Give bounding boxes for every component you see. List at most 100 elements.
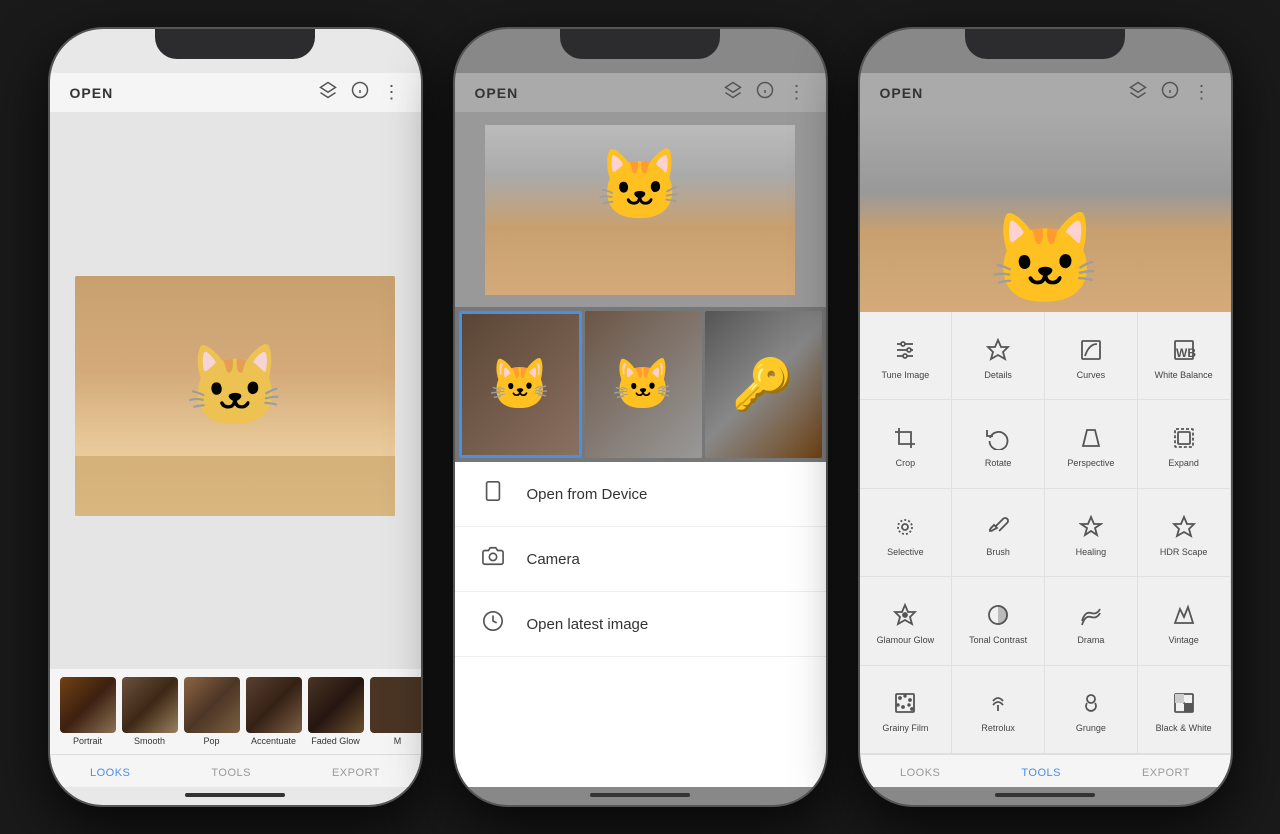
filter-thumb-portrait	[60, 677, 116, 733]
tool-label-grainy: Grainy Film	[882, 723, 928, 734]
details-icon	[986, 335, 1010, 365]
main-photo	[75, 276, 395, 516]
tool-label-drama: Drama	[1077, 635, 1104, 646]
more-icon-3[interactable]: ⋮	[1193, 82, 1211, 103]
selective-icon	[893, 512, 917, 542]
tool-curves[interactable]: Curves	[1045, 312, 1138, 400]
open-title-1: OPEN	[70, 85, 114, 101]
filter-smooth[interactable]: Smooth	[122, 677, 178, 746]
top-bar-3: OPEN ⋮	[860, 73, 1231, 112]
filter-thumb-smooth	[122, 677, 178, 733]
gallery-item-3[interactable]: 🔑	[705, 311, 822, 458]
tool-label-bw: Black & White	[1156, 723, 1212, 734]
wb-icon: WB	[1172, 335, 1196, 365]
tool-label-tonal: Tonal Contrast	[969, 635, 1027, 646]
tools-photo-area	[860, 112, 1231, 312]
filter-thumb-accentuate	[246, 677, 302, 733]
tool-label-retrolux: Retrolux	[981, 723, 1015, 734]
layers-icon-1[interactable]	[319, 81, 337, 104]
nav-looks-3[interactable]: LOOKS	[900, 767, 940, 779]
filter-portrait[interactable]: Portrait	[60, 677, 116, 746]
filter-thumb-m	[370, 677, 421, 733]
notch-2	[560, 29, 720, 59]
info-icon-3[interactable]	[1161, 81, 1179, 104]
tool-bw[interactable]: Black & White	[1138, 666, 1231, 754]
tool-healing[interactable]: Healing	[1045, 489, 1138, 577]
clock-icon	[479, 610, 507, 638]
filter-m[interactable]: M	[370, 677, 421, 746]
tool-label-healing: Healing	[1076, 547, 1107, 558]
info-icon-2[interactable]	[756, 81, 774, 104]
tool-label-grunge: Grunge	[1076, 723, 1106, 734]
tool-hdr[interactable]: HDR Scape	[1138, 489, 1231, 577]
tool-tonal[interactable]: Tonal Contrast	[952, 577, 1045, 665]
nav-export-1[interactable]: EXPORT	[332, 767, 380, 779]
tool-grunge[interactable]: Grunge	[1045, 666, 1138, 754]
crop-icon	[893, 423, 917, 453]
latest-label: Open latest image	[527, 616, 649, 633]
open-from-device-item[interactable]: Open from Device	[455, 462, 826, 527]
tool-tune-image[interactable]: Tune Image	[860, 312, 953, 400]
tool-white-balance[interactable]: WB White Balance	[1138, 312, 1231, 400]
gallery-item-2[interactable]: 🐱	[585, 311, 702, 458]
perspective-icon	[1079, 423, 1103, 453]
open-menu: Open from Device Camera	[455, 462, 826, 787]
camera-item[interactable]: Camera	[455, 527, 826, 592]
tool-vintage[interactable]: Vintage	[1138, 577, 1231, 665]
filter-faded-glow[interactable]: Faded Glow	[308, 677, 364, 746]
top-bar-2: OPEN ⋮	[455, 73, 826, 112]
filter-label-m: M	[394, 736, 402, 746]
more-icon-2[interactable]: ⋮	[788, 82, 806, 103]
latest-image-item[interactable]: Open latest image	[455, 592, 826, 657]
photo-preview-area: 🐱	[455, 112, 826, 307]
info-icon-1[interactable]	[351, 81, 369, 104]
svg-text:WB: WB	[1176, 346, 1196, 360]
nav-export-3[interactable]: EXPORT	[1142, 767, 1190, 779]
tool-perspective[interactable]: Perspective	[1045, 400, 1138, 488]
filter-strip: Portrait Smooth Pop Accentuate Faded Glo…	[50, 669, 421, 754]
healing-icon	[1079, 512, 1103, 542]
tool-grainy[interactable]: Grainy Film	[860, 666, 953, 754]
tool-label-hdr: HDR Scape	[1160, 547, 1208, 558]
nav-tools-3[interactable]: TOOLS	[1021, 767, 1061, 779]
tool-crop[interactable]: Crop	[860, 400, 953, 488]
open-title-3: OPEN	[880, 85, 924, 101]
grunge-icon	[1079, 688, 1103, 718]
tool-glamour[interactable]: Glamour Glow	[860, 577, 953, 665]
tool-label-wb: White Balance	[1155, 370, 1213, 381]
top-bar-icons-2: ⋮	[724, 81, 806, 104]
tool-expand[interactable]: Expand	[1138, 400, 1231, 488]
tool-label-brush: Brush	[986, 547, 1010, 558]
top-bar-icons-3: ⋮	[1129, 81, 1211, 104]
tool-label-vintage: Vintage	[1168, 635, 1198, 646]
tool-label-perspective: Perspective	[1067, 458, 1114, 469]
home-indicator-3	[995, 793, 1095, 797]
preview-photo: 🐱	[485, 125, 795, 295]
layers-icon-3[interactable]	[1129, 81, 1147, 104]
cat-image-1	[75, 276, 395, 516]
tool-rotate[interactable]: Rotate	[952, 400, 1045, 488]
tool-details[interactable]: Details	[952, 312, 1045, 400]
tool-selective[interactable]: Selective	[860, 489, 953, 577]
tool-label-details: Details	[984, 370, 1012, 381]
drama-icon	[1079, 600, 1103, 630]
device-icon	[479, 480, 507, 508]
filter-label-smooth: Smooth	[134, 736, 165, 746]
more-icon-1[interactable]: ⋮	[383, 82, 401, 103]
layers-icon-2[interactable]	[724, 81, 742, 104]
tool-retrolux[interactable]: Retrolux	[952, 666, 1045, 754]
filter-thumb-faded	[308, 677, 364, 733]
nav-tools-1[interactable]: TOOLS	[211, 767, 251, 779]
bottom-nav-3: LOOKS TOOLS EXPORT	[860, 754, 1231, 787]
filter-pop[interactable]: Pop	[184, 677, 240, 746]
tool-drama[interactable]: Drama	[1045, 577, 1138, 665]
phone-3: OPEN ⋮	[858, 27, 1233, 807]
filter-label-portrait: Portrait	[73, 736, 102, 746]
top-bar-1: OPEN ⋮	[50, 73, 421, 112]
gallery-item-1[interactable]: 🐱	[459, 311, 582, 458]
retrolux-icon	[986, 688, 1010, 718]
tool-brush[interactable]: Brush	[952, 489, 1045, 577]
filter-accentuate[interactable]: Accentuate	[246, 677, 302, 746]
nav-looks-1[interactable]: LOOKS	[90, 767, 130, 779]
camera-icon	[479, 545, 507, 573]
